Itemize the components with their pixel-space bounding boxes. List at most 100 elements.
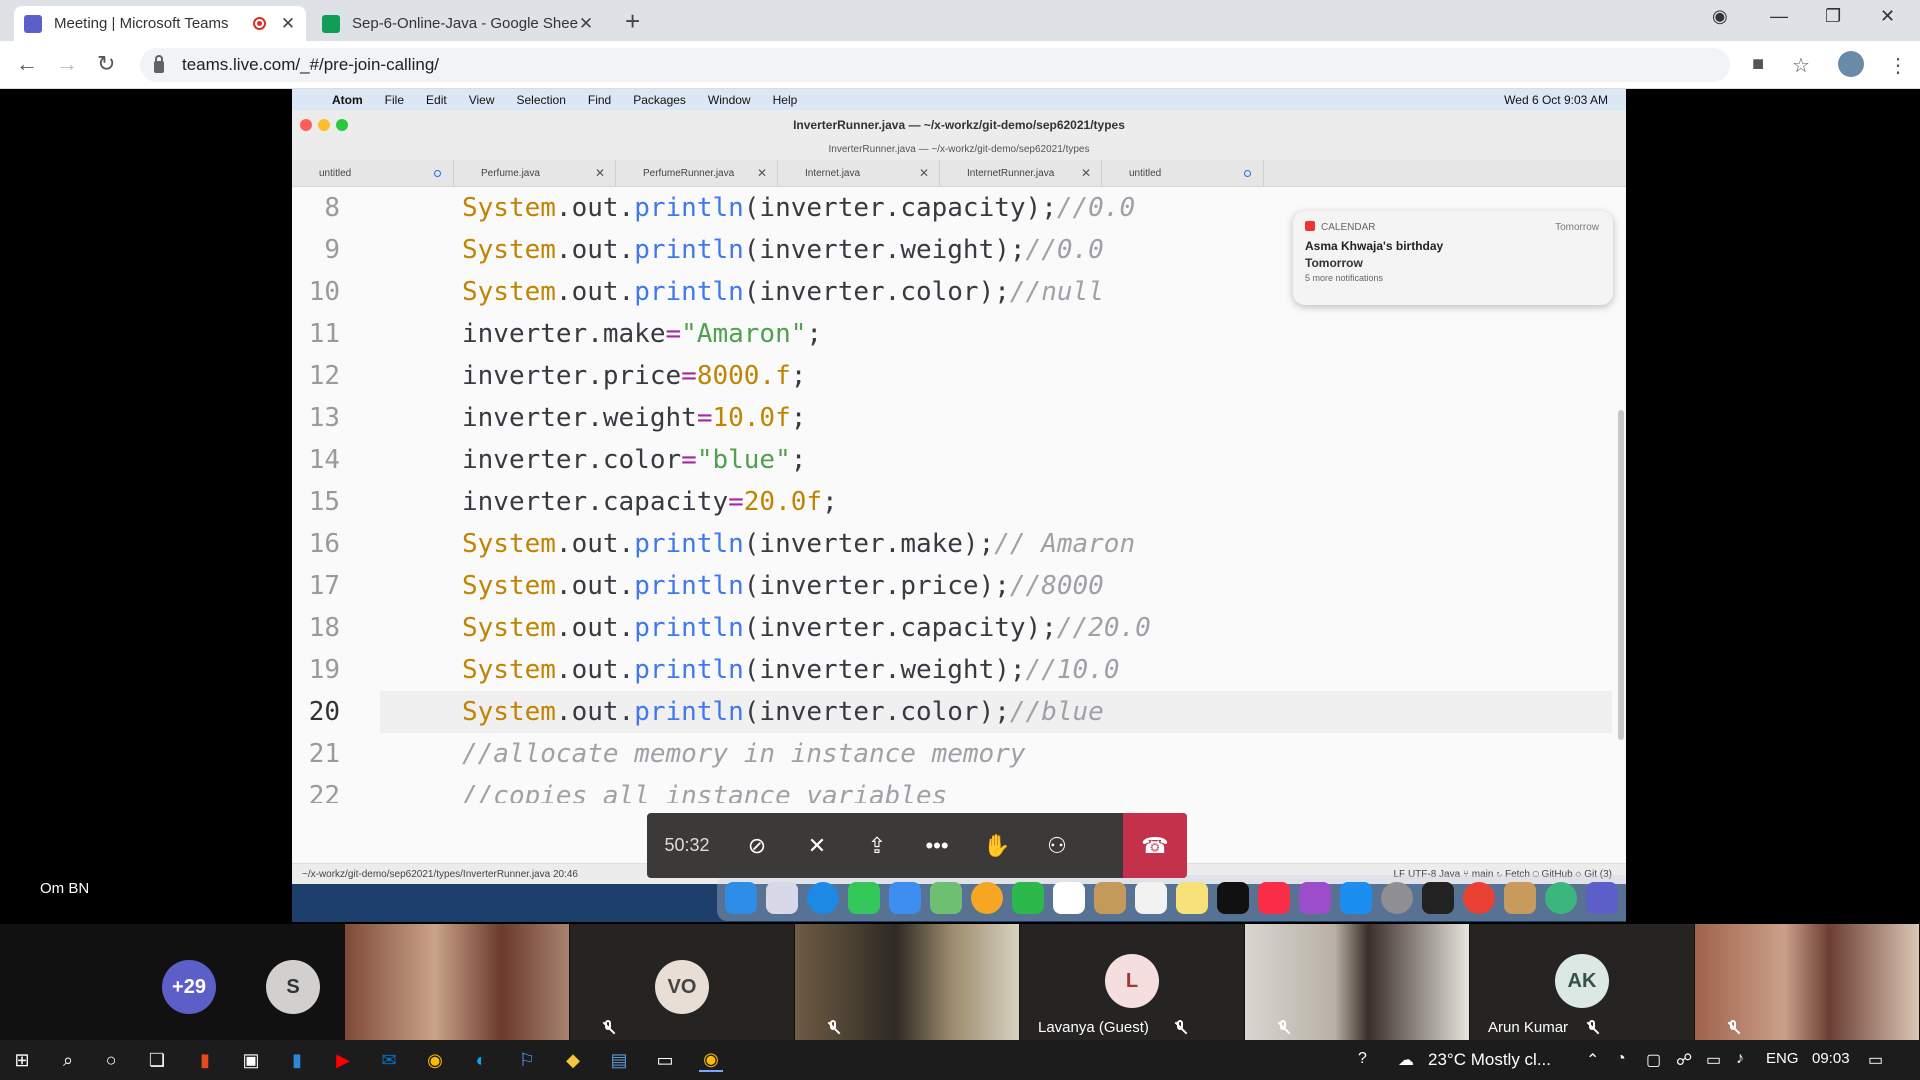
volume-icon[interactable]: ♪ (1736, 1050, 1744, 1068)
close-icon[interactable]: ✕ (757, 166, 767, 180)
tray-up-icon[interactable]: ⌃ (1586, 1050, 1599, 1070)
photos-icon[interactable] (971, 882, 1003, 914)
close-window-button[interactable]: ✕ (1880, 6, 1895, 27)
appletv-icon[interactable] (1217, 882, 1249, 914)
launchpad-icon[interactable] (766, 882, 798, 914)
mail-icon[interactable] (889, 882, 921, 914)
maps-icon[interactable] (930, 882, 962, 914)
tab-teams-meeting[interactable]: Meeting | Microsoft Teams ✕ (14, 6, 306, 41)
close-tab-icon[interactable]: ✕ (280, 14, 296, 34)
share-screen-icon[interactable]: ⇪ (847, 813, 907, 878)
tab-google-sheets[interactable]: Sep-6-Online-Java - Google Shee ✕ (312, 6, 604, 41)
finder-icon[interactable] (725, 882, 757, 914)
participant-tile[interactable]: L Lavanya (Guest) (1020, 924, 1244, 1040)
participant-tile[interactable] (1245, 924, 1469, 1040)
help-icon[interactable]: ? (1358, 1050, 1367, 1068)
profile-avatar[interactable] (1838, 51, 1864, 77)
menu-selection[interactable]: Selection (517, 93, 566, 107)
app-icon[interactable]: ⚐ (515, 1048, 539, 1072)
appstore-icon[interactable] (1340, 882, 1372, 914)
menu-find[interactable]: Find (588, 93, 611, 107)
restore-button[interactable]: ❐ (1825, 6, 1841, 27)
chrome-menu-icon[interactable]: ⋮ (1888, 53, 1908, 78)
messages-icon[interactable] (848, 882, 880, 914)
store-icon[interactable]: ▣ (239, 1048, 263, 1072)
participant-tile[interactable] (345, 924, 569, 1040)
editor-tab[interactable]: PerfumeRunner.java ✕ (616, 160, 778, 187)
reload-button[interactable]: ↻ (97, 51, 115, 77)
close-icon[interactable]: ✕ (595, 166, 605, 180)
close-tab-icon[interactable]: ✕ (578, 14, 594, 34)
back-button[interactable]: ← (16, 51, 38, 77)
participant-tile[interactable]: S (260, 924, 344, 1040)
participant-tile[interactable] (1695, 924, 1919, 1040)
close-icon[interactable]: ✕ (919, 166, 929, 180)
weather-text[interactable]: 23°C Mostly cl... (1428, 1050, 1551, 1070)
participant-tile[interactable] (795, 924, 1019, 1040)
more-options-icon[interactable]: ••• (907, 813, 967, 878)
calendar-dock-icon[interactable] (1053, 882, 1085, 914)
terminal-taskbar-icon[interactable]: ▭ (653, 1048, 677, 1072)
podcasts-icon[interactable] (1299, 882, 1331, 914)
cortana-icon[interactable]: ○ (99, 1048, 123, 1072)
menu-edit[interactable]: Edit (426, 93, 447, 107)
editor-tab[interactable]: Internet.java ✕ (778, 160, 940, 187)
menu-help[interactable]: Help (773, 93, 798, 107)
chrome-icon[interactable] (1463, 882, 1495, 914)
office-icon[interactable]: ▮ (193, 1048, 217, 1072)
search-icon[interactable]: ⌕ (56, 1048, 80, 1072)
settings-icon[interactable] (1381, 882, 1413, 914)
clock[interactable]: 09:03 (1812, 1050, 1850, 1067)
menu-packages[interactable]: Packages (633, 93, 686, 107)
bookmark-star-icon[interactable]: ☆ (1792, 53, 1810, 78)
participant-overflow[interactable]: +29 (120, 924, 260, 1040)
windows-start-icon[interactable]: ⊞ (10, 1048, 34, 1072)
menu-file[interactable]: File (385, 93, 404, 107)
atom-icon[interactable] (1545, 882, 1577, 914)
language-indicator[interactable]: ENG (1766, 1050, 1799, 1067)
forward-button[interactable]: → (56, 51, 78, 77)
camera-off-icon[interactable]: ⊘ (727, 813, 787, 878)
facetime-icon[interactable] (1012, 882, 1044, 914)
reminders-icon[interactable] (1135, 882, 1167, 914)
editor-tab[interactable]: InternetRunner.java ✕ (940, 160, 1102, 187)
editor-tab[interactable]: untitled (1102, 160, 1264, 187)
contacts-icon[interactable] (1094, 882, 1126, 914)
menu-window[interactable]: Window (708, 93, 751, 107)
camera-icon[interactable]: ■ (1752, 53, 1764, 76)
menu-atom[interactable]: Atom (332, 93, 363, 107)
word-icon[interactable]: ▮ (285, 1048, 309, 1072)
editor-tab[interactable]: untitled (292, 160, 454, 187)
notifications-icon[interactable]: ▭ (1868, 1050, 1883, 1070)
tab-search-icon[interactable]: ◉ (1712, 6, 1728, 27)
hang-up-button[interactable]: ☎ (1123, 813, 1187, 878)
terminal-icon[interactable] (1422, 882, 1454, 914)
network-icon[interactable]: ☍ (1676, 1050, 1692, 1070)
youtube-icon[interactable]: ▶ (331, 1048, 355, 1072)
mic-off-icon[interactable]: ✕ (787, 813, 847, 878)
music-icon[interactable] (1258, 882, 1290, 914)
participant-tile[interactable]: AK Arun Kumar (1470, 924, 1694, 1040)
participant-tile[interactable]: VO (570, 924, 794, 1040)
address-bar[interactable]: teams.live.com/_#/pre-join-calling/ (140, 48, 1730, 82)
teams-dock-icon[interactable] (1586, 882, 1618, 914)
chrome-active-icon[interactable]: ◉ (699, 1048, 723, 1072)
minimize-button[interactable]: — (1770, 6, 1788, 27)
safari-icon[interactable] (807, 882, 839, 914)
battery-icon[interactable]: ▭ (1706, 1050, 1721, 1070)
ide-icon[interactable]: ▤ (607, 1048, 631, 1072)
edge-icon[interactable]: ◐ (469, 1048, 493, 1072)
participants-icon[interactable]: ⚇ (1027, 813, 1087, 878)
raise-hand-icon[interactable]: ✋ (967, 813, 1027, 878)
new-tab-button[interactable]: + (625, 6, 640, 37)
calendar-notification[interactable]: CALENDAR Tomorrow Asma Khwaja's birthday… (1293, 211, 1613, 305)
meet-now-icon[interactable]: ▢ (1646, 1050, 1661, 1070)
wifi-icon[interactable]: ◔ (1616, 1050, 1626, 1068)
editor-tab[interactable]: Perfume.java ✕ (454, 160, 616, 187)
editor-scrollbar[interactable] (1618, 410, 1624, 740)
menu-view[interactable]: View (469, 93, 495, 107)
git-icon[interactable]: ◆ (561, 1048, 585, 1072)
mail-taskbar-icon[interactable]: ✉ (377, 1048, 401, 1072)
cookie-icon[interactable] (1504, 882, 1536, 914)
task-view-icon[interactable]: ❏ (145, 1048, 169, 1072)
